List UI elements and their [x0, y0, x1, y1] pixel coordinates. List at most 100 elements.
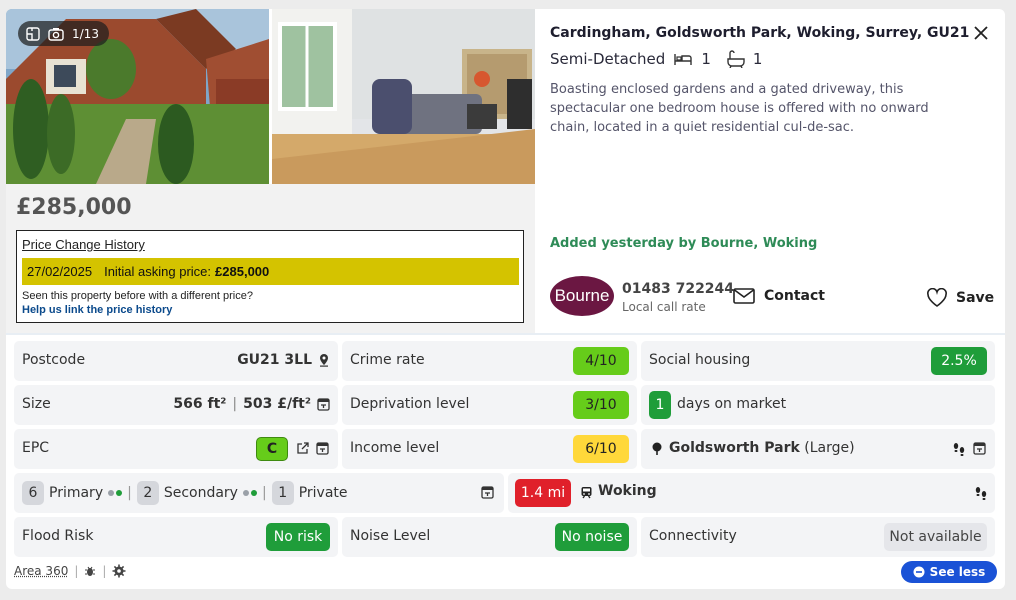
primary-count: 6: [22, 481, 44, 505]
size-separator: |: [232, 396, 238, 412]
footprints-icon[interactable]: [952, 442, 966, 456]
rating-dot: [242, 490, 249, 496]
station-distance-badge[interactable]: 1.4 mi: [515, 479, 571, 507]
photo-counter-text: 1/13: [72, 26, 99, 41]
area-360-link[interactable]: Area 360: [14, 564, 68, 578]
size-tile: Size 566 ft² | 503 £/ft²: [14, 385, 338, 425]
see-less-button[interactable]: See less: [901, 561, 997, 583]
minus-circle-icon: [913, 566, 925, 578]
open-details-icon[interactable]: [973, 442, 986, 455]
price-change-history: Price Change History 27/02/2025 Initial …: [16, 230, 524, 323]
epc-label: EPC: [22, 440, 50, 456]
open-details-icon[interactable]: [481, 486, 494, 499]
social-housing-badge[interactable]: 2.5%: [931, 347, 987, 375]
property-address: Cardingham, Goldsworth Park, Woking, Sur…: [550, 25, 970, 41]
station-tile: 1.4 mi Woking: [508, 473, 995, 513]
size-price-per-ft: 503 £/ft²: [243, 396, 311, 412]
agent-logo[interactable]: Bourne: [550, 276, 614, 316]
epc-tile: EPC C: [14, 429, 338, 469]
size-area: 566 ft²: [173, 396, 227, 412]
station-name: Woking: [598, 483, 657, 499]
price-history-title[interactable]: Price Change History: [22, 237, 145, 252]
connectivity-label: Connectivity: [649, 528, 737, 544]
price-panel: £285,000 Price Change History 27/02/2025…: [6, 184, 535, 334]
bedroom-count: 1: [701, 50, 711, 68]
social-housing-label: Social housing: [649, 352, 751, 368]
bed-icon: [673, 51, 693, 67]
flood-risk-badge[interactable]: No risk: [266, 523, 330, 551]
price-history-row: 27/02/2025 Initial asking price: £285,00…: [22, 258, 519, 285]
secondary-label: Secondary: [163, 485, 238, 501]
epc-rating-badge[interactable]: C: [256, 437, 288, 461]
property-photo-interior[interactable]: [272, 9, 535, 184]
rating-dot: [108, 490, 115, 496]
size-label: Size: [22, 396, 51, 412]
schools-tile[interactable]: 6 Primary | 2 Secondary | 1 Private: [14, 473, 504, 513]
private-count: 1: [271, 481, 294, 505]
close-icon[interactable]: [971, 23, 991, 43]
rating-dot: [116, 490, 123, 496]
open-details-icon[interactable]: [317, 397, 330, 411]
deprivation-tile: Deprivation level 3/10: [342, 385, 637, 425]
see-less-label: See less: [929, 565, 986, 579]
price-history-link[interactable]: Help us link the price history: [22, 304, 172, 316]
primary-label: Primary: [49, 485, 104, 501]
property-type: Semi-Detached: [550, 50, 666, 68]
rating-dot: [250, 490, 257, 496]
days-on-market-label: days on market: [677, 396, 787, 412]
income-level-label: Income level: [350, 440, 440, 456]
price-history-event: Initial asking price:: [104, 264, 212, 279]
deprivation-label: Deprivation level: [350, 396, 470, 412]
separator: |: [102, 564, 107, 578]
postcode-value-group[interactable]: GU21 3LL: [237, 352, 330, 368]
crime-rate-tile: Crime rate 4/10: [342, 341, 637, 381]
property-description: Boasting enclosed gardens and a gated dr…: [550, 82, 929, 135]
asking-price: £285,000: [16, 195, 132, 220]
photo-counter[interactable]: 1/13: [18, 21, 109, 46]
save-button[interactable]: Save: [926, 288, 994, 308]
save-label: Save: [956, 290, 995, 306]
postcode-value: GU21 3LL: [237, 352, 312, 368]
postcode-tile: Postcode GU21 3LL: [14, 341, 338, 381]
train-icon: [580, 486, 593, 499]
floorplan-icon[interactable]: [26, 26, 40, 41]
footprints-icon[interactable]: [974, 486, 988, 500]
gear-icon[interactable]: [112, 564, 126, 578]
price-history-date: 27/02/2025: [27, 264, 93, 279]
section-divider: [6, 333, 1005, 335]
social-housing-tile: Social housing 2.5%: [641, 341, 995, 381]
agent-phone[interactable]: 01483 722244: [622, 281, 734, 297]
external-link-icon[interactable]: [296, 442, 309, 455]
added-by: Added yesterday by Bourne, Woking: [550, 236, 818, 251]
income-level-badge[interactable]: 6/10: [573, 435, 629, 463]
property-photo-exterior[interactable]: 1/13: [6, 9, 269, 184]
bathroom-count: 1: [752, 50, 763, 68]
camera-icon[interactable]: [48, 27, 64, 41]
neighbourhood-group: Goldsworth Park (Large): [669, 440, 855, 456]
bug-icon[interactable]: [84, 565, 96, 577]
separator: |: [74, 564, 79, 578]
crime-rate-label: Crime rate: [350, 352, 425, 368]
contact-button[interactable]: Contact: [733, 288, 825, 304]
noise-level-tile: Noise Level No noise: [342, 517, 637, 557]
flood-risk-tile: Flood Risk No risk: [14, 517, 338, 557]
private-label: Private: [298, 485, 348, 501]
noise-level-label: Noise Level: [350, 528, 431, 544]
income-level-tile: Income level 6/10: [342, 429, 637, 469]
contact-label: Contact: [764, 288, 825, 304]
connectivity-badge[interactable]: Not available: [884, 523, 987, 551]
deprivation-badge[interactable]: 3/10: [573, 391, 629, 419]
open-details-icon[interactable]: [316, 442, 329, 455]
noise-level-badge[interactable]: No noise: [555, 523, 629, 551]
heart-icon: [926, 288, 948, 308]
neighbourhood-size: (Large): [804, 440, 855, 456]
agent-phone-note: Local call rate: [622, 300, 706, 314]
secondary-count: 2: [136, 481, 159, 505]
separator: |: [261, 485, 267, 501]
tree-icon: [651, 442, 663, 456]
crime-rate-badge[interactable]: 4/10: [573, 347, 629, 375]
flood-risk-label: Flood Risk: [22, 528, 94, 544]
mail-icon: [733, 288, 755, 304]
property-type-row: Semi-Detached 1 1: [550, 50, 770, 68]
price-history-amount: £285,000: [215, 264, 270, 279]
